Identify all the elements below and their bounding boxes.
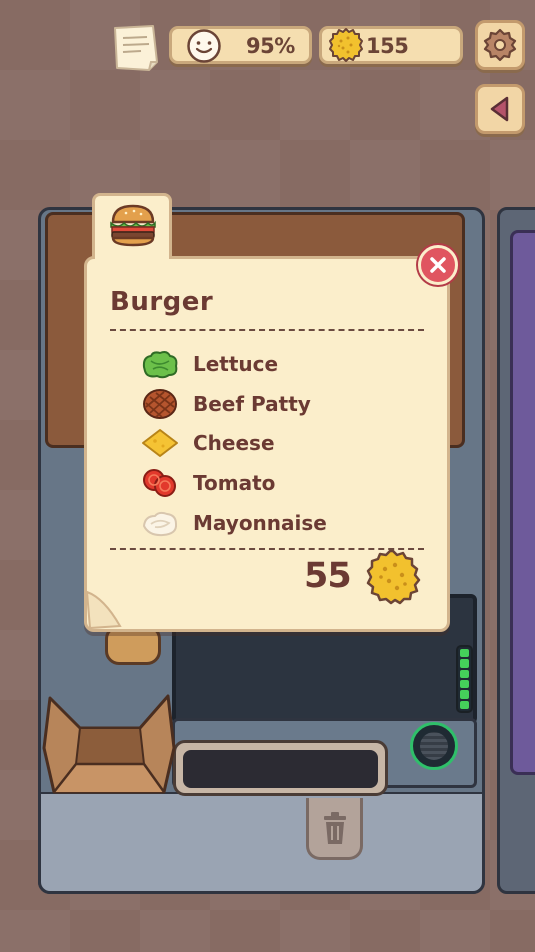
tomato-icon	[143, 469, 176, 497]
burger-icon	[110, 204, 156, 247]
trash-icon	[323, 811, 346, 844]
gear-icon	[483, 28, 517, 62]
ingredient-label: Lettuce	[193, 352, 279, 376]
heat-segment	[460, 659, 469, 668]
trash-button[interactable]	[306, 798, 363, 860]
page-curl	[85, 590, 122, 630]
ingredient-row: Lettuce	[140, 347, 278, 381]
takeout-box[interactable]	[40, 688, 178, 800]
back-arrow-icon	[490, 96, 509, 122]
recipe-tab-join	[95, 250, 169, 262]
mayonnaise-icon	[143, 511, 178, 537]
lettuce-icon	[142, 351, 178, 379]
counter-front	[38, 792, 485, 894]
ingredient-label: Cheese	[193, 431, 275, 455]
coin-icon	[366, 549, 421, 605]
heat-segment	[460, 649, 469, 658]
ingredient-row: Tomato	[140, 466, 275, 500]
heat-segment	[460, 700, 469, 709]
grease-tray-inner	[183, 750, 378, 788]
ingredient-row: Cheese	[140, 426, 275, 460]
coin-icon	[329, 28, 363, 62]
recipe-price: 55	[304, 556, 352, 596]
ingredient-label: Tomato	[193, 471, 276, 495]
smiley-icon	[187, 29, 221, 63]
game-screen: { "hud": { "satisfaction": "95%", "coins…	[0, 0, 535, 952]
close-button[interactable]	[418, 245, 458, 285]
heat-segment	[460, 690, 469, 699]
recipe-title: Burger	[110, 287, 214, 317]
heat-segment	[460, 669, 469, 678]
heat-meter	[456, 645, 473, 713]
satisfaction-meter: 95%	[169, 26, 312, 64]
cheese-icon	[142, 429, 178, 457]
heat-segment	[460, 679, 469, 689]
beef-patty-icon	[143, 389, 177, 419]
ingredient-row: Beef Patty	[140, 387, 311, 421]
ingredient-label: Mayonnaise	[193, 511, 327, 535]
side-station-screen	[510, 230, 535, 775]
close-icon	[430, 257, 446, 273]
notes-icon[interactable]	[111, 24, 161, 72]
ingredient-row: Mayonnaise	[140, 506, 327, 540]
back-button[interactable]	[475, 84, 525, 134]
satisfaction-value: 95%	[246, 34, 295, 58]
title-divider	[110, 329, 424, 331]
coin-counter: 155	[319, 26, 463, 64]
ingredient-label: Beef Patty	[193, 392, 311, 416]
settings-button[interactable]	[475, 20, 525, 70]
knob-grip	[420, 732, 448, 760]
coin-value: 155	[366, 34, 409, 58]
